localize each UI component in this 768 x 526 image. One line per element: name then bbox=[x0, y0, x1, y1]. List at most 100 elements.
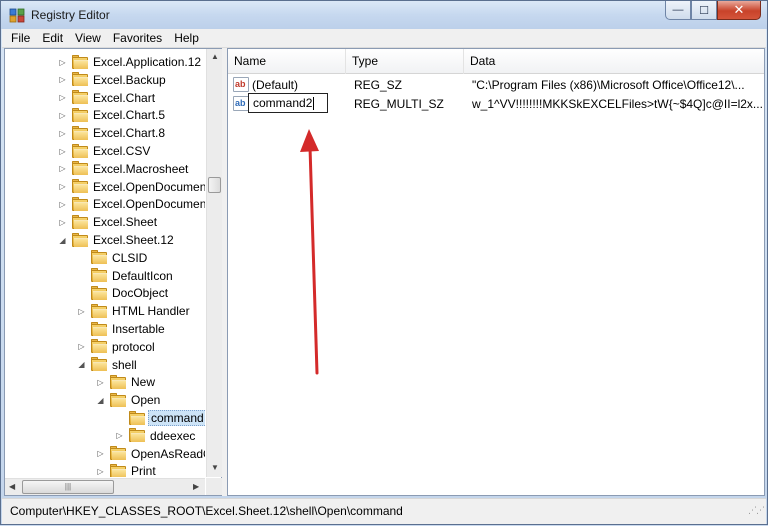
tree-item[interactable]: ▷ Excel.OpenDocument bbox=[57, 178, 205, 196]
tree-item[interactable]: DocObject bbox=[76, 284, 170, 302]
expand-arrow-icon[interactable]: ▷ bbox=[57, 182, 68, 191]
scroll-corner bbox=[206, 478, 222, 495]
tree-item[interactable]: ▷ protocol bbox=[76, 338, 157, 356]
menu-bar: File Edit View Favorites Help bbox=[2, 29, 766, 48]
tree-item[interactable]: ▷ OpenAsReadO bbox=[95, 445, 205, 463]
registry-editor-window: Registry Editor — ☐ ✕ File Edit View Fav… bbox=[0, 0, 768, 525]
tree-item[interactable]: ◢ Excel.Sheet.12 bbox=[57, 231, 176, 249]
tree-item[interactable]: DefaultIcon bbox=[76, 267, 175, 285]
title-bar[interactable]: Registry Editor — ☐ ✕ bbox=[1, 1, 767, 29]
folder-icon bbox=[91, 250, 107, 265]
tree-item[interactable]: ▷ ddeexec bbox=[114, 427, 197, 445]
folder-icon bbox=[91, 268, 107, 283]
menu-file[interactable]: File bbox=[5, 31, 36, 45]
value-type: REG_SZ bbox=[354, 78, 403, 92]
folder-icon bbox=[72, 54, 88, 69]
tree-item[interactable]: ▷ Excel.Chart.5 bbox=[57, 106, 167, 124]
expand-arrow-icon[interactable]: ▷ bbox=[57, 75, 68, 84]
column-header-data[interactable]: Data bbox=[464, 49, 764, 74]
expand-arrow-icon[interactable]: ▷ bbox=[76, 307, 87, 316]
expand-arrow-icon[interactable]: ▷ bbox=[57, 93, 68, 102]
tree-item-label: CLSID bbox=[112, 250, 148, 265]
expand-arrow-icon[interactable]: ▷ bbox=[57, 218, 68, 227]
collapse-arrow-icon[interactable]: ◢ bbox=[76, 360, 87, 369]
tree-item[interactable]: ▷ Excel.OpenDocument bbox=[57, 195, 205, 213]
tree-item-label: Print bbox=[131, 464, 156, 477]
tree-item[interactable]: ◢ Open bbox=[95, 391, 162, 409]
expand-arrow-icon[interactable]: ▷ bbox=[57, 58, 68, 67]
menu-favorites[interactable]: Favorites bbox=[107, 31, 168, 45]
expand-arrow-icon[interactable]: ▷ bbox=[57, 147, 68, 156]
scroll-right-arrow-icon[interactable]: ▶ bbox=[193, 482, 199, 491]
tree-item-label: Open bbox=[131, 393, 161, 408]
resize-grip-icon[interactable]: ⋰⋰ bbox=[748, 498, 765, 522]
tree-horizontal-scrollbar[interactable]: ◀ ||| ▶ bbox=[5, 478, 205, 495]
folder-icon bbox=[91, 357, 107, 372]
tree-item[interactable]: ▷ Excel.Chart.8 bbox=[57, 124, 167, 142]
expand-arrow-icon[interactable]: ▷ bbox=[57, 129, 68, 138]
value-name: (Default) bbox=[252, 78, 299, 92]
expand-arrow-icon[interactable]: ▷ bbox=[76, 342, 87, 351]
tree-item[interactable]: ◢ shell bbox=[76, 356, 139, 374]
tree-item[interactable]: ▷ Excel.CSV bbox=[57, 142, 152, 160]
expand-arrow-icon[interactable]: ▷ bbox=[95, 467, 106, 476]
expand-arrow-icon[interactable]: ▷ bbox=[57, 164, 68, 173]
expand-arrow-icon[interactable]: ▷ bbox=[57, 111, 68, 120]
collapse-arrow-icon[interactable]: ◢ bbox=[57, 236, 68, 245]
column-header-type[interactable]: Type bbox=[346, 49, 464, 74]
tree-item[interactable]: CLSID bbox=[76, 249, 149, 267]
close-button[interactable]: ✕ bbox=[717, 1, 761, 20]
tree-item[interactable]: ▷ HTML Handler bbox=[76, 302, 192, 320]
scroll-up-arrow-icon[interactable]: ▲ bbox=[211, 52, 219, 61]
tree-item[interactable]: ▷ Print bbox=[95, 462, 158, 477]
folder-icon bbox=[129, 428, 145, 443]
collapse-arrow-icon[interactable]: ◢ bbox=[95, 396, 106, 405]
value-row[interactable]: ab command2 REG_MULTI_SZ w_1^VV!!!!!!!!M… bbox=[228, 93, 764, 113]
menu-view[interactable]: View bbox=[69, 31, 107, 45]
folder-icon bbox=[72, 90, 88, 105]
status-path: Computer\HKEY_CLASSES_ROOT\Excel.Sheet.1… bbox=[10, 504, 403, 518]
tree-item[interactable]: command bbox=[114, 409, 205, 427]
tree-item-label: shell bbox=[112, 357, 137, 372]
tree-item-label: Excel.Chart.5 bbox=[93, 108, 166, 123]
tree-item[interactable]: ▷ Excel.Backup bbox=[57, 71, 168, 89]
column-header-name[interactable]: Name bbox=[228, 49, 346, 74]
tree-item[interactable]: ▷ Excel.Chart bbox=[57, 89, 157, 107]
expand-arrow-icon[interactable]: ▷ bbox=[95, 378, 106, 387]
tree-vertical-scrollbar[interactable]: ▲ ▼ bbox=[206, 49, 222, 477]
values-list-header: Name Type Data bbox=[228, 49, 764, 74]
minimize-button[interactable]: — bbox=[665, 1, 691, 20]
tree-item-label: New bbox=[131, 375, 156, 390]
tree-item[interactable]: Insertable bbox=[76, 320, 167, 338]
folder-icon bbox=[91, 339, 107, 354]
folder-icon bbox=[72, 232, 88, 247]
menu-help[interactable]: Help bbox=[168, 31, 205, 45]
value-row[interactable]: ab (Default) REG_SZ "C:\Program Files (x… bbox=[228, 76, 764, 94]
registry-tree-pane[interactable]: ▷ Excel.Application.12 ▷ Excel.Backup ▷ Excel… bbox=[4, 48, 222, 496]
tree-item[interactable]: ▷ New bbox=[95, 373, 157, 391]
expand-arrow-icon[interactable]: ▷ bbox=[95, 449, 106, 458]
tree-item-label: DocObject bbox=[112, 286, 169, 301]
menu-edit[interactable]: Edit bbox=[36, 31, 69, 45]
rename-input-text: command2 bbox=[253, 96, 313, 110]
values-list-pane[interactable]: Name Type Data ab (Default) REG_SZ "C:\P… bbox=[227, 48, 765, 496]
tree-vertical-scroll-thumb[interactable] bbox=[208, 177, 221, 193]
tree-item-label: Excel.Backup bbox=[93, 72, 166, 87]
tree-horizontal-scroll-thumb[interactable]: ||| bbox=[22, 480, 114, 494]
tree-item-label: HTML Handler bbox=[112, 304, 190, 319]
scroll-down-arrow-icon[interactable]: ▼ bbox=[211, 463, 219, 472]
value-data: "C:\Program Files (x86)\Microsoft Office… bbox=[472, 78, 745, 92]
tree-item[interactable]: ▷ Excel.Sheet bbox=[57, 213, 159, 231]
multi-string-value-icon: ab bbox=[233, 96, 249, 111]
maximize-button[interactable]: ☐ bbox=[691, 1, 717, 20]
expand-arrow-icon[interactable]: ▷ bbox=[57, 200, 68, 209]
expand-arrow-icon[interactable]: ▷ bbox=[114, 431, 125, 440]
tree-item[interactable]: ▷ Excel.Application.12 bbox=[57, 53, 203, 71]
tree-item-label: protocol bbox=[112, 339, 155, 354]
rename-input[interactable]: command2 bbox=[248, 93, 328, 113]
tree-item-label: Excel.Chart bbox=[93, 90, 156, 105]
scroll-left-arrow-icon[interactable]: ◀ bbox=[9, 482, 15, 491]
tree-item[interactable]: ▷ Excel.Macrosheet bbox=[57, 160, 190, 178]
value-data: w_1^VV!!!!!!!!MKKSkEXCELFiles>tW{~$4Q]c@… bbox=[472, 97, 762, 111]
tree-item-label: Excel.Application.12 bbox=[93, 55, 202, 69]
